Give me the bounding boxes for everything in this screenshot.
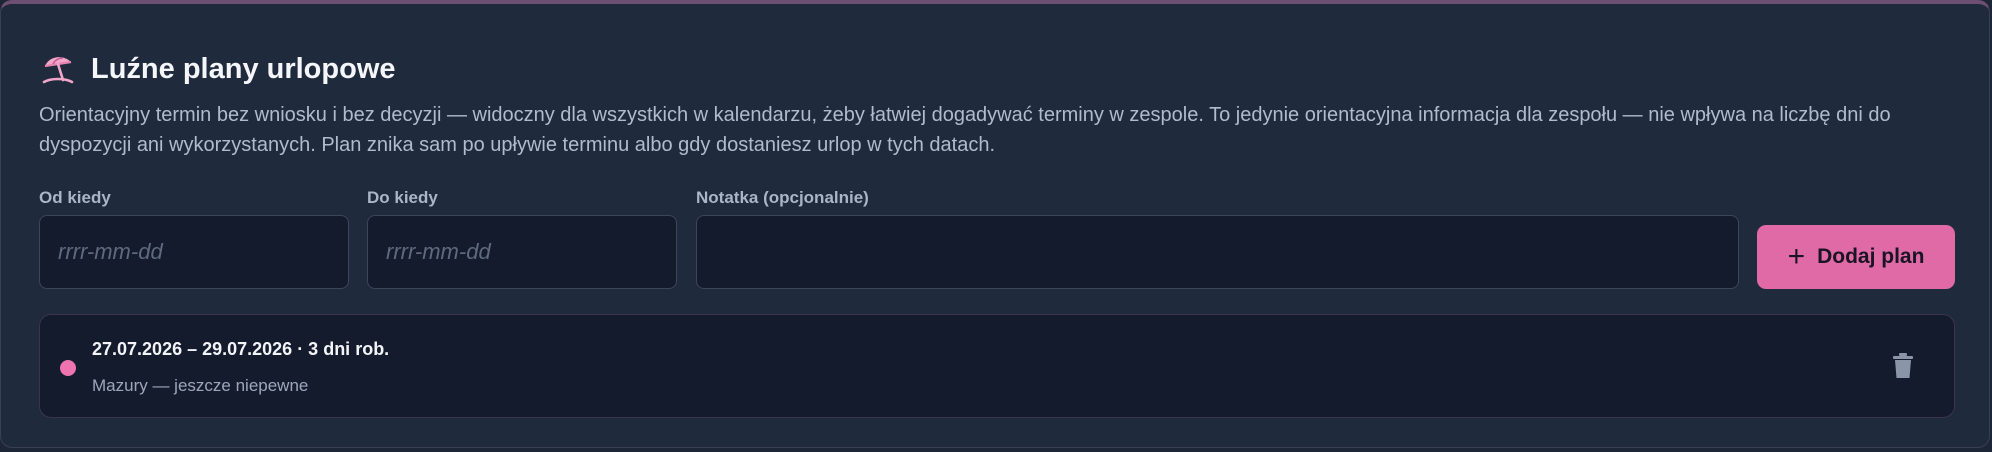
- to-date-label: Do kiedy: [367, 188, 438, 207]
- plan-date-range: 27.07.2026 – 29.07.2026 · 3 dni rob.: [92, 339, 390, 359]
- plan-note: Mazury — jeszcze niepewne: [92, 376, 309, 395]
- section-header: Luźne plany urlopowe: [39, 50, 396, 88]
- plan-status-dot: [60, 360, 76, 376]
- beach-umbrella-icon: [39, 50, 77, 88]
- add-plan-button[interactable]: + Dodaj plan: [1757, 225, 1955, 289]
- delete-plan-button[interactable]: [1888, 351, 1918, 381]
- note-label: Notatka (opcjonalnie): [696, 188, 869, 207]
- plus-icon: +: [1787, 240, 1806, 273]
- note-input[interactable]: [696, 215, 1739, 289]
- from-date-label: Od kiedy: [39, 188, 111, 207]
- vacation-plans-card: Luźne plany urlopowe Orientacyjny termin…: [0, 0, 1990, 448]
- to-date-input[interactable]: [367, 215, 677, 289]
- section-title: Luźne plany urlopowe: [91, 52, 396, 85]
- trash-icon: [1893, 353, 1913, 378]
- from-date-input[interactable]: [39, 215, 349, 289]
- add-plan-label: Dodaj plan: [1817, 245, 1925, 268]
- section-description: Orientacyjny termin bez wniosku i bez de…: [39, 104, 1891, 156]
- plan-list-item: 27.07.2026 – 29.07.2026 · 3 dni rob. Maz…: [39, 314, 1955, 418]
